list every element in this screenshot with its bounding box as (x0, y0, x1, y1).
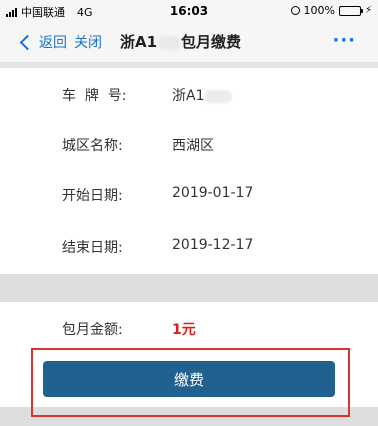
end-date-value: 2019-12-17 (172, 237, 254, 253)
district-label: 城区名称: (62, 138, 123, 154)
battery-icon (338, 5, 363, 16)
status-right: 100% ⚡ (290, 4, 372, 17)
back-button[interactable]: 返回 (19, 32, 67, 52)
title-plate: 浙A1 (120, 33, 158, 51)
redacted-mask (204, 89, 233, 103)
page-title: 浙A1 包月缴费 (120, 31, 241, 52)
battery-percent: 100% (303, 4, 335, 17)
plate-label: 车 牌 号: (62, 88, 127, 104)
plate-value-text: 浙A1 (172, 88, 205, 104)
district-row: 城区名称: 西湖区 (0, 118, 378, 170)
nav-bar: 返回 关闭 浙A1 包月缴费 ··· (0, 22, 378, 63)
rotation-lock-icon (290, 6, 300, 15)
plate-row: 车 牌 号: 浙A1 (0, 68, 378, 120)
amount-row: 包月金额: 1元 (0, 302, 378, 354)
status-bar: 中国联通 4G 16:03 100% ⚡ (0, 0, 378, 22)
end-date-row: 结束日期: 2019-12-17 (0, 220, 378, 272)
pay-button[interactable]: 缴费 (43, 361, 335, 397)
redacted-mask (158, 35, 181, 50)
section-divider (0, 274, 378, 302)
close-button[interactable]: 关闭 (74, 32, 102, 52)
title-text: 包月缴费 (181, 33, 242, 51)
back-label: 返回 (39, 35, 67, 51)
amount-value: 1元 (172, 322, 196, 338)
start-date-value: 2019-01-17 (172, 185, 254, 201)
charging-icon: ⚡ (364, 5, 372, 16)
district-value: 西湖区 (172, 138, 214, 154)
start-date-label: 开始日期: (62, 188, 123, 204)
start-date-row: 开始日期: 2019-01-17 (0, 168, 378, 220)
chevron-left-icon (19, 34, 36, 50)
end-date-label: 结束日期: (62, 240, 123, 256)
amount-label: 包月金额: (62, 322, 123, 338)
more-menu-icon[interactable]: ··· (332, 30, 356, 51)
plate-value: 浙A1 (172, 85, 233, 105)
